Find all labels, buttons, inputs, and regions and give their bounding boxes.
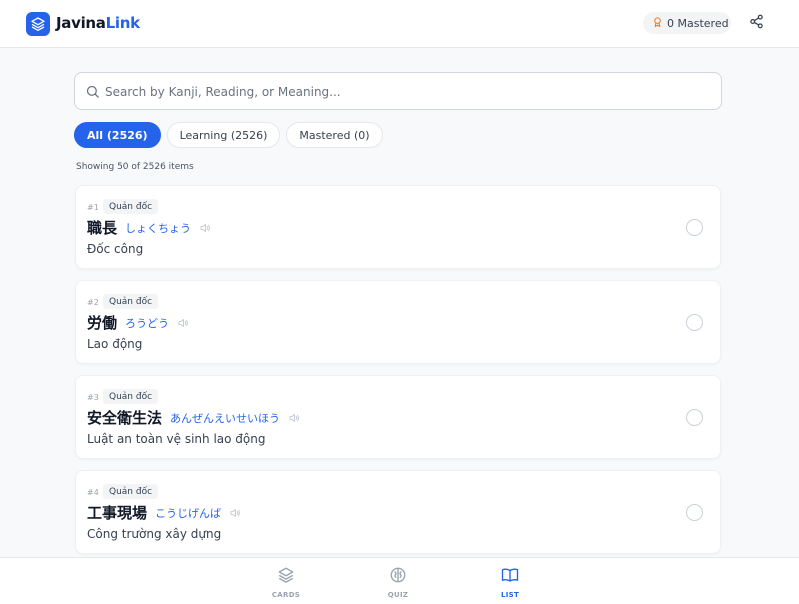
term-row: 工事現場 こうじげんば: [87, 502, 241, 523]
nav-quiz[interactable]: QUIZ: [368, 566, 428, 599]
nav-quiz-label: QUIZ: [387, 591, 409, 599]
filter-tabs: All (2526) Learning (2526) Mastered (0): [74, 122, 383, 148]
nav-list-label: LIST: [500, 591, 520, 599]
item-number: #3: [87, 393, 99, 402]
mastered-checkbox[interactable]: [686, 409, 703, 426]
item-number: #4: [87, 488, 99, 497]
mastered-checkbox[interactable]: [686, 219, 703, 236]
book-open-icon: [501, 566, 519, 588]
nav-cards[interactable]: CARDS: [256, 566, 316, 599]
item-number: #1: [87, 203, 99, 212]
filter-mastered[interactable]: Mastered (0): [286, 122, 383, 148]
meaning: Lao động: [87, 337, 143, 351]
share-icon: [749, 14, 764, 33]
category-tag: Quản đốc: [103, 199, 159, 214]
reading: ろうどう: [125, 316, 170, 330]
brand-prefix: Javina: [56, 14, 106, 32]
category-tag: Quản đốc: [103, 484, 159, 499]
speaker-icon[interactable]: [177, 317, 189, 329]
mastered-checkbox[interactable]: [686, 314, 703, 331]
list-item[interactable]: #2 Quản đốc 労働 ろうどう Lao động: [75, 280, 721, 364]
meaning: Công trường xây dựng: [87, 527, 222, 541]
search-input[interactable]: [105, 82, 705, 102]
kanji: 工事現場: [87, 504, 148, 522]
list-item[interactable]: #4 Quản đốc 工事現場 こうじげんば Công trường xây …: [75, 470, 721, 554]
mastered-count-badge[interactable]: 0 Mastered: [643, 12, 731, 34]
speaker-icon[interactable]: [288, 412, 300, 424]
award-icon: [652, 16, 663, 31]
layers-icon: [277, 566, 295, 588]
nav-list[interactable]: LIST: [480, 566, 540, 599]
kanji: 職長: [87, 219, 118, 237]
nav-cards-label: CARDS: [271, 591, 301, 599]
filter-all[interactable]: All (2526): [74, 122, 161, 148]
list-item[interactable]: #1 Quản đốc 職長 しょくちょう Đốc công: [75, 185, 721, 269]
item-number: #2: [87, 298, 99, 307]
term-row: 職長 しょくちょう: [87, 217, 211, 238]
mastered-checkbox[interactable]: [686, 504, 703, 521]
search-icon: [85, 84, 100, 103]
share-button[interactable]: [747, 14, 765, 32]
speaker-icon[interactable]: [199, 222, 211, 234]
top-bar: JavinaLink 0 Mastered: [0, 0, 799, 48]
brand-suffix: Link: [105, 14, 140, 32]
speaker-icon[interactable]: [229, 507, 241, 519]
result-count: Showing 50 of 2526 items: [76, 162, 194, 172]
kanji: 労働: [87, 314, 118, 332]
category-tag: Quản đốc: [103, 294, 159, 309]
term-row: 安全衛生法 あんぜんえいせいほう: [87, 407, 300, 428]
app-title: JavinaLink: [56, 14, 140, 32]
search-box: [74, 72, 722, 110]
mastered-count-label: 0 Mastered: [667, 16, 729, 30]
reading: こうじげんば: [155, 506, 222, 520]
reading: しょくちょう: [125, 221, 192, 235]
term-row: 労働 ろうどう: [87, 312, 189, 333]
filter-learning[interactable]: Learning (2526): [166, 122, 281, 148]
meaning: Đốc công: [87, 242, 144, 256]
category-tag: Quản đốc: [103, 389, 159, 404]
kanji: 安全衛生法: [87, 409, 163, 427]
bottom-nav: CARDS QUIZ LIST: [0, 557, 799, 604]
list-item[interactable]: #3 Quản đốc 安全衛生法 あんぜんえいせいほう Luật an toà…: [75, 375, 721, 459]
reading: あんぜんえいせいほう: [170, 411, 281, 425]
meaning: Luật an toàn vệ sinh lao động: [87, 432, 266, 446]
brain-icon: [389, 566, 407, 588]
layers-icon: [26, 12, 50, 36]
